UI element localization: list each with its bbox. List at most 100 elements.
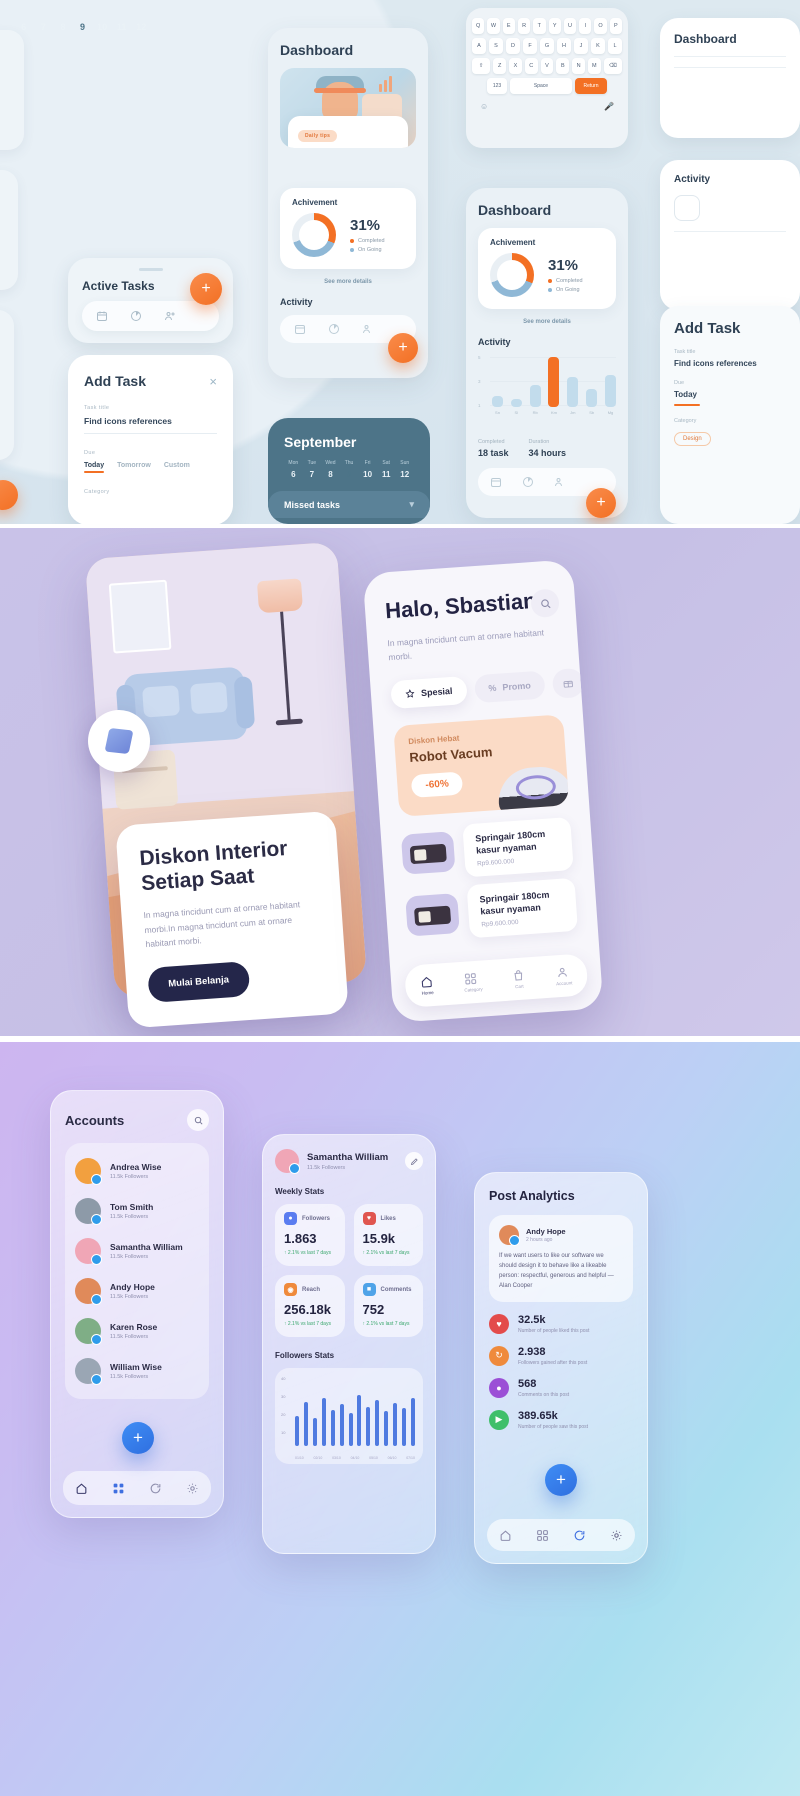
grid-icon[interactable] (112, 1482, 125, 1495)
see-more-details-link[interactable]: See more details (280, 279, 416, 285)
day-cell[interactable]: 6 (14, 22, 34, 32)
return-key[interactable]: Return (575, 78, 607, 94)
stat-card-comments[interactable]: ■ Comments 752 ↑ 2.1% vs last 7 days (353, 1275, 423, 1337)
key[interactable]: A (472, 38, 486, 54)
key[interactable]: B (556, 58, 570, 74)
people-icon[interactable] (554, 476, 566, 488)
task-title-input[interactable]: Find icons references (84, 416, 217, 426)
refresh-icon[interactable] (149, 1482, 162, 1495)
day-cell[interactable]: 7 (34, 22, 54, 32)
start-shopping-button[interactable]: Mulai Belanja (147, 960, 251, 1003)
key[interactable]: S (489, 38, 503, 54)
dashboard2-add-fab[interactable]: + (586, 488, 616, 518)
nav-item-cart[interactable]: Cart (512, 969, 526, 990)
calendar-icon[interactable] (96, 310, 108, 322)
dashboard-add-fab[interactable]: + (388, 333, 418, 363)
key[interactable]: W (487, 18, 500, 34)
key[interactable]: N (572, 58, 585, 74)
day-cell[interactable]: 10 (358, 470, 377, 479)
see-more-details-link[interactable]: See more details (478, 319, 616, 325)
grid-icon[interactable] (536, 1529, 549, 1542)
key[interactable]: H (557, 38, 571, 54)
account-list-item[interactable]: Andy Hope 11.5k Followers (75, 1271, 199, 1311)
chart-pie-icon[interactable] (328, 323, 340, 335)
gear-icon[interactable] (186, 1482, 199, 1495)
account-list-item[interactable]: Tom Smith 11.5k Followers (75, 1191, 199, 1231)
key[interactable]: E (502, 18, 515, 34)
key[interactable]: K (591, 38, 605, 54)
key[interactable]: C (524, 58, 538, 74)
day-cell[interactable]: 10 (92, 22, 112, 32)
key[interactable]: I (579, 18, 592, 34)
bar-column-highlight[interactable]: Km (548, 357, 560, 415)
day-cell[interactable]: 11 (112, 22, 132, 32)
day-cell[interactable]: 12 (131, 22, 151, 32)
account-list-item[interactable]: William Wise 11.5k Followers (75, 1351, 199, 1391)
category-chip[interactable]: Design (674, 432, 711, 446)
home-icon[interactable] (499, 1529, 512, 1542)
nav-item-account[interactable]: Account (555, 965, 573, 986)
stat-card-likes[interactable]: ♥ Likes 15.9k ↑ 2.1% vs last 7 days (353, 1204, 423, 1266)
tag-promo[interactable]: % Promo (473, 670, 546, 704)
day-cell[interactable]: 12 (395, 470, 414, 479)
people-icon[interactable] (164, 310, 176, 322)
add-task-fab[interactable]: + (190, 273, 222, 305)
day-cell[interactable]: 8 (53, 22, 73, 32)
stat-card-reach[interactable]: ◉ Reach 256.18k ↑ 2.1% vs last 7 days (275, 1275, 345, 1337)
chart-pie-icon[interactable] (130, 310, 142, 322)
day-cell-selected[interactable]: 9 (340, 470, 359, 479)
product-item[interactable]: Springair 180cm kasur nyaman Rp9.600.000 (405, 877, 579, 943)
day-cell[interactable]: 7 (303, 470, 322, 479)
key[interactable]: V (540, 58, 554, 74)
calendar-icon[interactable] (294, 323, 306, 335)
key[interactable]: J (574, 38, 588, 54)
home-icon[interactable] (75, 1482, 88, 1495)
gear-icon[interactable] (610, 1529, 623, 1542)
key[interactable]: Z (493, 58, 507, 74)
deal-banner[interactable]: Diskon Hebat Robot Vacum -60% (393, 714, 570, 817)
day-cell-selected[interactable]: 9 (73, 22, 93, 32)
shift-key[interactable]: ⇧ (472, 58, 491, 74)
account-list-item[interactable]: Andrea Wise 11.5k Followers (75, 1151, 199, 1191)
tag-gift[interactable] (551, 667, 585, 699)
key[interactable]: R (517, 18, 531, 34)
key[interactable]: O (594, 18, 607, 34)
key[interactable]: M (587, 58, 601, 74)
search-icon[interactable] (187, 1109, 209, 1131)
nav-item-home[interactable]: Home (420, 975, 434, 996)
close-icon[interactable]: × (209, 374, 217, 389)
tag-spesial[interactable]: Spesial (390, 676, 468, 710)
day-cell[interactable]: 8 (321, 470, 340, 479)
refresh-icon[interactable] (573, 1529, 586, 1542)
key[interactable]: Q (472, 18, 485, 34)
space-key[interactable]: Space (510, 78, 572, 94)
key[interactable]: T (533, 18, 546, 34)
ar-cube-button[interactable] (88, 710, 150, 772)
key[interactable]: F (523, 38, 537, 54)
day-cell[interactable]: 11 (377, 470, 396, 479)
people-icon[interactable] (362, 323, 374, 335)
key[interactable]: L (608, 38, 622, 54)
key[interactable]: U (563, 18, 577, 34)
accounts-add-fab[interactable]: + (122, 1422, 154, 1454)
analytics-add-fab[interactable]: + (545, 1464, 577, 1496)
key[interactable]: G (540, 38, 554, 54)
account-list-item[interactable]: Samantha William 11.5k Followers (75, 1231, 199, 1271)
key[interactable]: D (506, 38, 520, 54)
daily-tip-card[interactable]: Daily tips Boost Your Productivity Swipe… (288, 116, 408, 148)
stat-card-followers[interactable]: ● Followers 1.863 ↑ 2.1% vs last 7 days (275, 1204, 345, 1266)
calendar-icon[interactable] (490, 476, 502, 488)
due-option-custom[interactable]: Custom (164, 462, 190, 473)
september-missed-tasks-row[interactable]: Missed tasks ▾ (268, 491, 430, 518)
emoji-icon[interactable]: ☺ (480, 102, 488, 111)
numeric-key[interactable]: 123 (487, 78, 507, 94)
nav-item-category[interactable]: Category (463, 972, 483, 993)
due-option-tomorrow[interactable]: Tomorrow (117, 462, 151, 473)
account-list-item[interactable]: Karen Rose 11.5k Followers (75, 1311, 199, 1351)
key[interactable]: Y (548, 18, 561, 34)
product-item[interactable]: Springair 180cm kasur nyaman Rp9.600.000 (400, 816, 574, 882)
due-option-today[interactable]: Today (84, 462, 105, 473)
day-cell[interactable]: 6 (284, 470, 303, 479)
chevron-down-icon[interactable]: ▾ (409, 499, 414, 510)
microphone-icon[interactable]: 🎤 (604, 102, 614, 111)
